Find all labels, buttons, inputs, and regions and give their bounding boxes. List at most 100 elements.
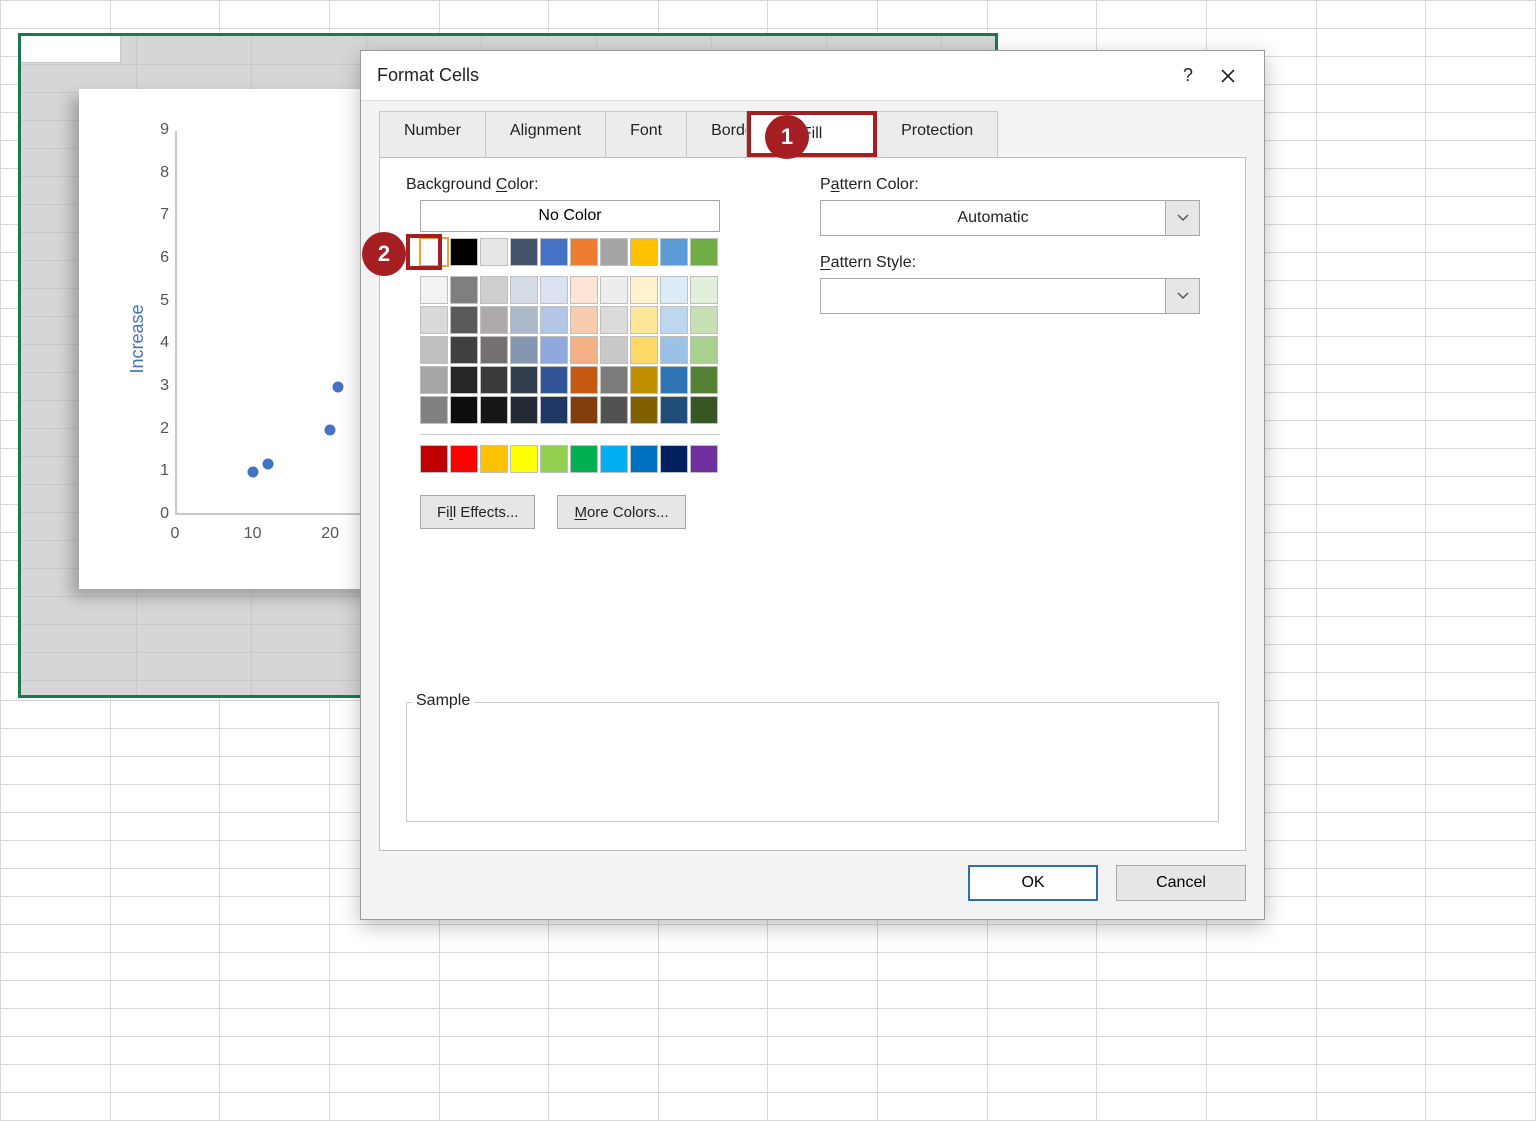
- tab-protection[interactable]: Protection: [877, 111, 998, 157]
- color-swatch[interactable]: [690, 238, 718, 266]
- color-swatch[interactable]: [450, 238, 478, 266]
- color-swatch[interactable]: [420, 445, 448, 473]
- color-swatch[interactable]: [420, 396, 448, 424]
- color-swatch[interactable]: [570, 276, 598, 304]
- color-swatch[interactable]: [630, 336, 658, 364]
- color-swatch[interactable]: [420, 366, 448, 394]
- color-swatch[interactable]: [510, 276, 538, 304]
- color-swatch[interactable]: [510, 366, 538, 394]
- color-swatch[interactable]: [690, 366, 718, 394]
- chart-point: [263, 458, 274, 469]
- color-swatch[interactable]: [450, 366, 478, 394]
- color-swatch[interactable]: [630, 306, 658, 334]
- color-swatch[interactable]: [690, 445, 718, 473]
- color-swatch[interactable]: [510, 336, 538, 364]
- bg-color-accel: C: [496, 176, 508, 193]
- divider: [420, 434, 720, 435]
- color-swatch[interactable]: [690, 336, 718, 364]
- color-swatch[interactable]: [510, 238, 538, 266]
- color-swatch[interactable]: [570, 306, 598, 334]
- pattern-style-dropdown[interactable]: [820, 278, 1200, 314]
- color-swatch[interactable]: [480, 396, 508, 424]
- color-swatch[interactable]: [660, 366, 688, 394]
- y-tick: 9: [149, 121, 169, 139]
- tab-alignment[interactable]: Alignment: [486, 111, 606, 157]
- color-swatch[interactable]: [450, 276, 478, 304]
- pattern-style-label: Pattern Style:: [820, 254, 1200, 272]
- color-swatch[interactable]: [540, 238, 568, 266]
- color-swatch[interactable]: [540, 445, 568, 473]
- no-color-button[interactable]: No Color: [420, 200, 720, 232]
- color-swatch[interactable]: [690, 306, 718, 334]
- color-swatch[interactable]: [600, 276, 628, 304]
- color-swatch[interactable]: [660, 396, 688, 424]
- color-swatch[interactable]: [480, 306, 508, 334]
- color-swatch[interactable]: [450, 336, 478, 364]
- color-swatch[interactable]: [570, 336, 598, 364]
- color-swatch[interactable]: [540, 276, 568, 304]
- close-button[interactable]: [1208, 68, 1248, 84]
- color-swatch[interactable]: [570, 445, 598, 473]
- sample-preview: [406, 702, 1219, 822]
- color-swatch[interactable]: [600, 445, 628, 473]
- color-swatch[interactable]: [570, 366, 598, 394]
- color-swatch[interactable]: [540, 396, 568, 424]
- color-swatch[interactable]: [630, 445, 658, 473]
- cancel-button[interactable]: Cancel: [1116, 865, 1246, 901]
- color-swatch[interactable]: [600, 366, 628, 394]
- pattern-color-dropdown[interactable]: Automatic: [820, 200, 1200, 236]
- color-swatch[interactable]: [600, 396, 628, 424]
- color-swatch[interactable]: [600, 238, 628, 266]
- chart-point: [325, 424, 336, 435]
- color-swatch[interactable]: [630, 276, 658, 304]
- color-swatch[interactable]: [630, 238, 658, 266]
- color-swatch[interactable]: [480, 276, 508, 304]
- color-swatch[interactable]: [480, 445, 508, 473]
- ok-button[interactable]: OK: [968, 865, 1098, 901]
- color-swatch[interactable]: [420, 306, 448, 334]
- color-swatch[interactable]: [630, 396, 658, 424]
- tab-panel-fill: Background Color: No Color Fill Effects.…: [379, 157, 1246, 851]
- color-swatch[interactable]: [480, 238, 508, 266]
- chart-point: [332, 382, 343, 393]
- color-swatch[interactable]: [690, 396, 718, 424]
- color-swatch[interactable]: [660, 336, 688, 364]
- color-swatch[interactable]: [570, 396, 598, 424]
- color-swatch[interactable]: [420, 276, 448, 304]
- color-swatch[interactable]: [510, 396, 538, 424]
- color-swatch[interactable]: [660, 306, 688, 334]
- color-swatch[interactable]: [420, 238, 448, 266]
- color-swatch[interactable]: [570, 238, 598, 266]
- color-swatch[interactable]: [660, 238, 688, 266]
- fill-effects-button[interactable]: Fill Effects...: [420, 495, 535, 529]
- active-cell: [21, 36, 121, 63]
- chart-point: [247, 467, 258, 478]
- callout-1: 1: [765, 115, 809, 159]
- tab-number[interactable]: Number: [379, 111, 486, 157]
- chart-x-axis: [175, 513, 369, 515]
- color-swatch[interactable]: [480, 336, 508, 364]
- more-colors-button[interactable]: More Colors...: [557, 495, 685, 529]
- color-swatch[interactable]: [540, 336, 568, 364]
- chart-y-axis: [175, 131, 177, 515]
- color-swatch[interactable]: [660, 276, 688, 304]
- color-swatch[interactable]: [600, 306, 628, 334]
- tab-font[interactable]: Font: [606, 111, 687, 157]
- color-swatch[interactable]: [510, 306, 538, 334]
- color-swatch[interactable]: [690, 276, 718, 304]
- color-swatch[interactable]: [510, 445, 538, 473]
- color-swatch[interactable]: [450, 306, 478, 334]
- color-swatch[interactable]: [540, 366, 568, 394]
- tab-border[interactable]: Border: [687, 111, 747, 157]
- color-swatch[interactable]: [660, 445, 688, 473]
- color-swatch[interactable]: [450, 396, 478, 424]
- color-swatch[interactable]: [630, 366, 658, 394]
- color-swatch[interactable]: [420, 336, 448, 364]
- help-button[interactable]: ?: [1168, 65, 1208, 86]
- color-swatch[interactable]: [540, 306, 568, 334]
- embedded-chart[interactable]: Increase 012345678901020: [79, 89, 379, 589]
- color-swatch[interactable]: [480, 366, 508, 394]
- color-swatch[interactable]: [600, 336, 628, 364]
- color-swatch[interactable]: [450, 445, 478, 473]
- x-tick: 0: [160, 525, 190, 543]
